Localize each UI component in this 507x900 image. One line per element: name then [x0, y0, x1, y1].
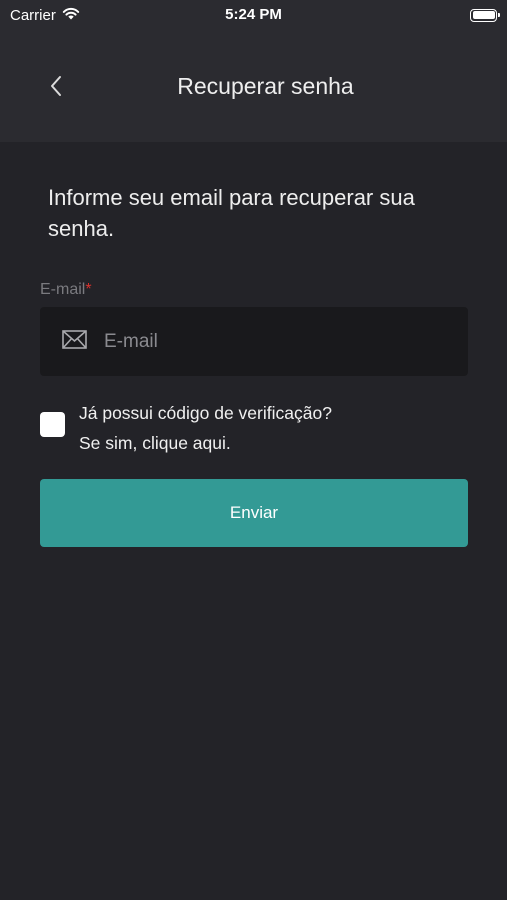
instructions-text: Informe seu email para recuperar sua sen… [48, 185, 415, 241]
verification-code-option[interactable]: Já possui código de verificação? Se sim,… [40, 396, 470, 456]
envelope-icon [62, 329, 87, 354]
nav-bar: Recuperar senha [0, 30, 507, 142]
verification-checkbox[interactable] [40, 412, 65, 437]
verification-hint: Se sim, clique aqui. [79, 433, 231, 453]
verification-question: Já possui código de verificação? [79, 403, 332, 423]
page-title: Recuperar senha [177, 73, 354, 99]
status-bar: Carrier 5:24 PM [0, 0, 507, 30]
email-label-text: E-mail [40, 281, 86, 298]
email-input[interactable] [104, 330, 434, 353]
verification-text[interactable]: Já possui código de verificação? Se sim,… [79, 398, 332, 458]
battery-icon [470, 8, 500, 22]
required-marker: * [85, 281, 92, 298]
status-time: 5:24 PM [225, 6, 282, 23]
submit-button[interactable]: Enviar [40, 479, 468, 547]
battery-level [472, 11, 495, 19]
email-field[interactable] [40, 307, 468, 376]
email-label: E-mail* [40, 281, 92, 299]
